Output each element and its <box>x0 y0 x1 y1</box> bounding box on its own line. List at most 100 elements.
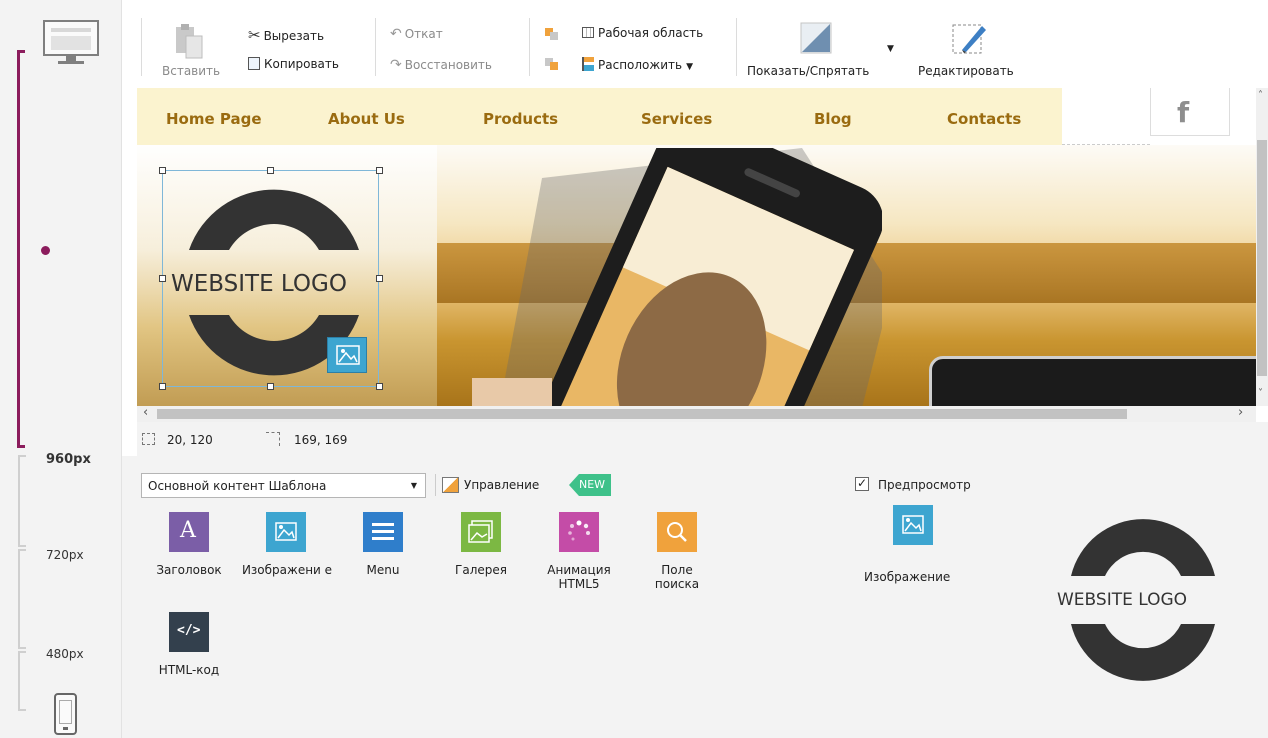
nav-about[interactable]: About Us <box>328 110 405 128</box>
scroll-left-icon[interactable]: ‹ <box>143 405 148 420</box>
resize-handle[interactable] <box>376 167 383 174</box>
cut-button[interactable]: ✂ Вырезать <box>248 26 324 44</box>
horizontal-scroll-thumb[interactable] <box>157 409 1127 419</box>
breakpoint-720-label[interactable]: 720px <box>46 548 84 562</box>
position-icon <box>142 433 155 445</box>
manage-icon[interactable] <box>442 477 459 493</box>
image-icon <box>902 515 924 534</box>
scissors-icon: ✂ <box>248 26 261 44</box>
gallery-widget-label[interactable]: Галерея <box>426 563 536 577</box>
resize-handle[interactable] <box>159 275 166 282</box>
resize-handle[interactable] <box>159 167 166 174</box>
breakpoint-960-label[interactable]: 960px <box>46 452 91 467</box>
resize-handle[interactable] <box>159 383 166 390</box>
manage-button[interactable]: Управление <box>464 478 539 492</box>
nav-spacer <box>1062 88 1150 145</box>
resize-handle[interactable] <box>376 383 383 390</box>
scroll-right-icon[interactable]: › <box>1238 405 1243 420</box>
search-widget[interactable] <box>657 512 697 552</box>
nav-blog[interactable]: Blog <box>814 110 852 128</box>
html-code-widget[interactable]: </> <box>169 612 209 652</box>
toolbar-divider <box>529 18 530 76</box>
grid-icon <box>582 27 594 38</box>
gallery-widget[interactable] <box>461 512 501 552</box>
redo-button[interactable]: ↷ Восстановить <box>390 57 492 73</box>
gallery-icon <box>468 520 493 543</box>
menu-icon <box>372 523 394 540</box>
select-value: Основной контент Шаблона <box>148 479 327 493</box>
arrange-label: Расположить <box>598 58 683 72</box>
image-widget[interactable] <box>266 512 306 552</box>
chevron-down-icon: ▼ <box>410 481 417 490</box>
undo-icon: ↶ <box>390 26 402 42</box>
animation-widget[interactable] <box>559 512 599 552</box>
position-value: 20, 120 <box>167 433 213 447</box>
content-source-select[interactable]: Основной контент Шаблона ▼ <box>141 473 426 498</box>
image-widget-label[interactable]: Изображени е <box>238 563 336 577</box>
mobile-view-icon[interactable] <box>54 693 77 735</box>
chevron-down-icon: ▼ <box>686 62 693 72</box>
code-icon: </> <box>177 623 201 638</box>
breakpoint-bracket-480 <box>18 651 26 711</box>
size-icon <box>266 432 280 446</box>
search-widget-label[interactable]: Поле поиска <box>642 563 712 591</box>
image-icon <box>275 522 297 541</box>
chevron-down-icon[interactable]: ▼ <box>887 44 894 54</box>
vertical-scroll-thumb[interactable] <box>1257 140 1267 376</box>
pencil-icon <box>952 24 986 54</box>
nav-home[interactable]: Home Page <box>166 110 262 128</box>
copy-button[interactable]: Копировать <box>248 57 339 71</box>
toolbar-divider <box>375 18 376 76</box>
heading-widget[interactable]: A <box>169 512 209 552</box>
animation-icon <box>568 520 590 541</box>
image-icon <box>336 345 360 365</box>
nav-services[interactable]: Services <box>641 110 712 128</box>
redo-icon: ↷ <box>390 57 402 73</box>
design-canvas[interactable]: Home Page About Us Products Services Blo… <box>137 88 1256 406</box>
redo-label: Восстановить <box>404 58 492 72</box>
edit-button[interactable] <box>952 22 988 56</box>
resize-handle[interactable] <box>267 167 274 174</box>
html-code-widget-label[interactable]: HTML-код <box>134 663 244 677</box>
scroll-up-icon[interactable]: ˄ <box>1258 90 1263 101</box>
search-icon <box>667 522 687 542</box>
send-back-icon[interactable] <box>545 58 559 70</box>
size-value: 169, 169 <box>294 433 348 447</box>
edit-label[interactable]: Редактировать <box>918 64 1014 78</box>
image-badge[interactable] <box>327 337 367 373</box>
preview-label[interactable]: Предпросмотр <box>878 478 971 492</box>
paste-button[interactable] <box>172 24 212 60</box>
show-hide-label[interactable]: Показать/Спрятать <box>747 64 869 78</box>
copy-label: Копировать <box>264 57 339 71</box>
nav-products[interactable]: Products <box>483 110 558 128</box>
smartphone-photo <box>472 148 882 406</box>
cut-label: Вырезать <box>263 29 325 43</box>
breakpoint-480-label[interactable]: 480px <box>46 647 84 661</box>
animation-widget-label[interactable]: Анимация HTML5 <box>534 563 624 591</box>
nav-contacts[interactable]: Contacts <box>947 110 1021 128</box>
facebook-button[interactable]: f <box>1150 88 1230 136</box>
site-nav-bar[interactable] <box>137 88 1062 145</box>
preview-checkbox[interactable]: ✓ <box>855 476 869 491</box>
menu-widget-label[interactable]: Menu <box>328 563 438 577</box>
undo-button[interactable]: ↶ Откат <box>390 26 443 42</box>
breakpoint-handle[interactable] <box>41 246 50 255</box>
scroll-down-icon[interactable]: ˅ <box>1258 388 1263 399</box>
heading-widget-label[interactable]: Заголовок <box>134 563 244 577</box>
toolbar-divider <box>141 18 142 76</box>
panel-divider <box>435 474 436 496</box>
menu-widget[interactable] <box>363 512 403 552</box>
bring-front-icon[interactable] <box>545 28 559 40</box>
resize-handle[interactable] <box>376 275 383 282</box>
active-breakpoint-bracket <box>17 50 25 448</box>
desktop-view-icon[interactable] <box>43 20 99 64</box>
resize-handle[interactable] <box>267 383 274 390</box>
arrange-button[interactable]: Расположить ▼ <box>582 57 693 72</box>
show-hide-button[interactable] <box>800 22 832 54</box>
breakpoint-bracket-960 <box>18 455 26 547</box>
show-hide-icon <box>800 22 832 54</box>
toolbar-divider <box>736 18 737 76</box>
workspace-button[interactable]: Рабочая область <box>582 26 703 40</box>
paste-label[interactable]: Вставить <box>162 64 220 78</box>
paste-icon <box>176 24 203 59</box>
